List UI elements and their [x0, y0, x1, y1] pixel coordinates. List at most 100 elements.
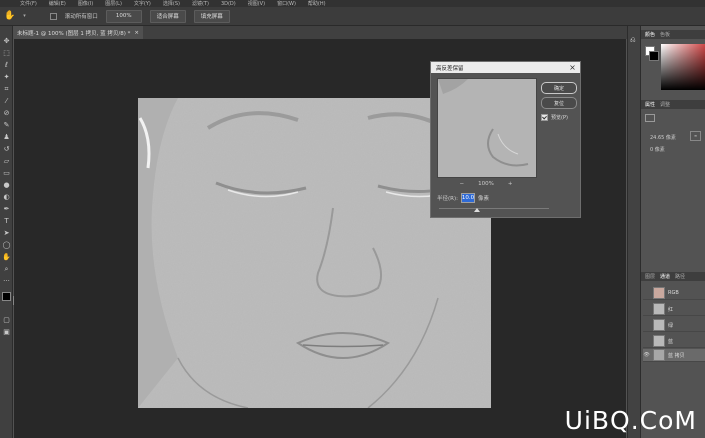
radius-slider-track[interactable] — [439, 208, 549, 209]
menu-bar: 文件(F) 编辑(E) 图像(I) 图层(L) 文字(Y) 选择(S) 滤镜(T… — [0, 0, 705, 7]
document-tab[interactable]: 未标题-1 @ 100% (图层 1 拷贝, 蓝 拷贝/8) * × — [13, 26, 143, 39]
preview-nose-image — [438, 79, 536, 177]
more-tools-icon[interactable]: ··· — [2, 277, 11, 286]
tab-paths[interactable]: 路径 — [675, 273, 685, 280]
marquee-tool-icon[interactable]: ⬚ — [2, 49, 11, 58]
properties-layer-icon — [645, 114, 655, 122]
properties-row-2-value[interactable]: 0 像素 — [650, 147, 665, 153]
radius-input[interactable]: 10.0 — [460, 193, 475, 203]
ok-button[interactable]: 确定 — [541, 82, 577, 94]
clone-stamp-tool-icon[interactable]: ♟ — [2, 133, 11, 142]
properties-panel-tabs: 属性 调整 — [641, 100, 705, 109]
preview-toggle[interactable]: 预览(P) — [541, 114, 568, 121]
crop-tool-icon[interactable]: ⌗ — [2, 85, 11, 94]
scroll-all-windows-label: 滚动所有窗口 — [64, 14, 98, 20]
zoom-out-icon[interactable]: − — [460, 181, 465, 187]
zoom-tool-icon[interactable]: ⌕ — [2, 265, 11, 274]
lasso-tool-icon[interactable]: ℓ — [2, 61, 11, 70]
menu-edit[interactable]: 编辑(E) — [49, 0, 66, 7]
channel-thumbnail — [653, 349, 665, 361]
tool-preset-chevron-icon[interactable]: ▾ — [23, 13, 26, 19]
dialog-close-icon[interactable]: × — [568, 62, 577, 73]
dialog-title: 高反差保留 — [436, 65, 464, 72]
screen-mode-icon[interactable]: ▣ — [2, 328, 11, 337]
brush-tool-icon[interactable]: ✎ — [2, 121, 11, 130]
zoom-value-field[interactable]: 100% — [105, 9, 142, 23]
gradient-tool-icon[interactable]: ▭ — [2, 169, 11, 178]
channel-name: RGB — [668, 290, 679, 296]
menu-file[interactable]: 文件(F) — [20, 0, 37, 7]
properties-row-2: 0 像素 — [650, 146, 665, 153]
type-tool-icon[interactable]: T — [2, 217, 11, 226]
properties-row-1: 24.65 像素 — [650, 134, 676, 141]
tab-layers[interactable]: 图层 — [645, 273, 655, 280]
radius-label: 半径(R): — [437, 196, 458, 202]
link-icon[interactable]: ∞ — [690, 131, 701, 141]
options-bar: ✋ ▾ 滚动所有窗口 100% 适合屏幕 填充屏幕 — [0, 7, 705, 26]
menu-image[interactable]: 图像(I) — [78, 0, 93, 7]
scroll-all-windows-checkbox[interactable] — [49, 12, 57, 20]
magic-wand-tool-icon[interactable]: ✦ — [2, 73, 11, 82]
channel-name: 红 — [668, 306, 674, 313]
blur-tool-icon[interactable]: ● — [2, 181, 11, 190]
pen-tool-icon[interactable]: ✒ — [2, 205, 11, 214]
channel-row-blue-copy[interactable]: 👁 蓝 拷贝 — [643, 349, 705, 362]
tab-swatches[interactable]: 色板 — [660, 31, 670, 38]
document-tab-title: 未标题-1 @ 100% (图层 1 拷贝, 蓝 拷贝/8) * — [17, 30, 131, 37]
preview-zoom-row: − 100% + — [437, 179, 535, 188]
radius-unit: 像素 — [477, 196, 489, 202]
color-spectrum[interactable] — [661, 44, 705, 90]
reset-button[interactable]: 复位 — [541, 97, 577, 109]
fill-screen-button[interactable]: 填充屏幕 — [193, 9, 230, 23]
color-background-swatch[interactable] — [649, 51, 659, 61]
history-panel-icon[interactable]: ⎌ — [630, 36, 636, 45]
channel-thumbnail — [653, 303, 665, 315]
collapsed-panel-strip: ⎌ — [627, 26, 641, 438]
watermark-logo: UiBQ.CoM — [564, 406, 697, 435]
menu-window[interactable]: 窗口(W) — [277, 0, 296, 7]
tab-channels[interactable]: 通道 — [660, 273, 670, 280]
channel-thumbnail — [653, 335, 665, 347]
channel-thumbnail — [653, 319, 665, 331]
tools-panel: ✥ ⬚ ℓ ✦ ⌗ ⁄ ⊘ ✎ ♟ ↺ ▱ ▭ ● ◐ ✒ T ➤ ◯ ✋ ⌕ … — [0, 26, 14, 438]
channel-row-red[interactable]: 红 — [643, 303, 705, 316]
path-selection-tool-icon[interactable]: ➤ — [2, 229, 11, 238]
quick-mask-icon[interactable]: ▢ — [2, 316, 11, 325]
eye-icon[interactable]: 👁 — [643, 352, 650, 358]
document-tab-close-icon[interactable]: × — [134, 30, 139, 36]
filter-preview-image[interactable] — [437, 78, 537, 178]
hand-tool-panel-icon[interactable]: ✋ — [2, 253, 11, 262]
menu-layer[interactable]: 图层(L) — [105, 0, 122, 7]
foreground-color-swatch[interactable] — [2, 292, 11, 301]
zoom-in-icon[interactable]: + — [508, 181, 513, 187]
tab-properties[interactable]: 属性 — [645, 101, 655, 108]
hand-tool-icon[interactable]: ✋ — [4, 11, 15, 21]
healing-brush-tool-icon[interactable]: ⊘ — [2, 109, 11, 118]
channel-name: 蓝 — [668, 338, 674, 345]
shape-tool-icon[interactable]: ◯ — [2, 241, 11, 250]
menu-filter[interactable]: 滤镜(T) — [192, 0, 209, 7]
eyedropper-tool-icon[interactable]: ⁄ — [2, 97, 11, 106]
menu-view[interactable]: 视图(V) — [248, 0, 265, 7]
history-brush-tool-icon[interactable]: ↺ — [2, 145, 11, 154]
tab-adjustments[interactable]: 调整 — [660, 101, 670, 108]
menu-select[interactable]: 选择(S) — [163, 0, 180, 7]
channel-row-blue[interactable]: 蓝 — [643, 335, 705, 348]
tab-color[interactable]: 颜色 — [645, 31, 655, 38]
fit-screen-button[interactable]: 适合屏幕 — [149, 9, 186, 23]
properties-row-1-value[interactable]: 24.65 像素 — [650, 135, 676, 141]
dodge-tool-icon[interactable]: ◐ — [2, 193, 11, 202]
menu-type[interactable]: 文字(Y) — [134, 0, 151, 7]
dialog-title-bar[interactable]: 高反差保留 — [431, 62, 580, 73]
move-tool-icon[interactable]: ✥ — [2, 37, 11, 46]
menu-help[interactable]: 帮助(H) — [308, 0, 326, 7]
eraser-tool-icon[interactable]: ▱ — [2, 157, 11, 166]
channel-name: 绿 — [668, 322, 674, 329]
channel-row-rgb[interactable]: RGB — [643, 287, 705, 300]
channel-row-green[interactable]: 绿 — [643, 319, 705, 332]
menu-3d[interactable]: 3D(D) — [221, 1, 236, 7]
radius-slider-thumb[interactable] — [474, 208, 480, 212]
preview-checkbox[interactable] — [541, 114, 548, 121]
document-tab-bar: 未标题-1 @ 100% (图层 1 拷贝, 蓝 拷贝/8) * × — [13, 26, 627, 39]
radius-row: 半径(R): 10.0 像素 — [437, 193, 577, 203]
